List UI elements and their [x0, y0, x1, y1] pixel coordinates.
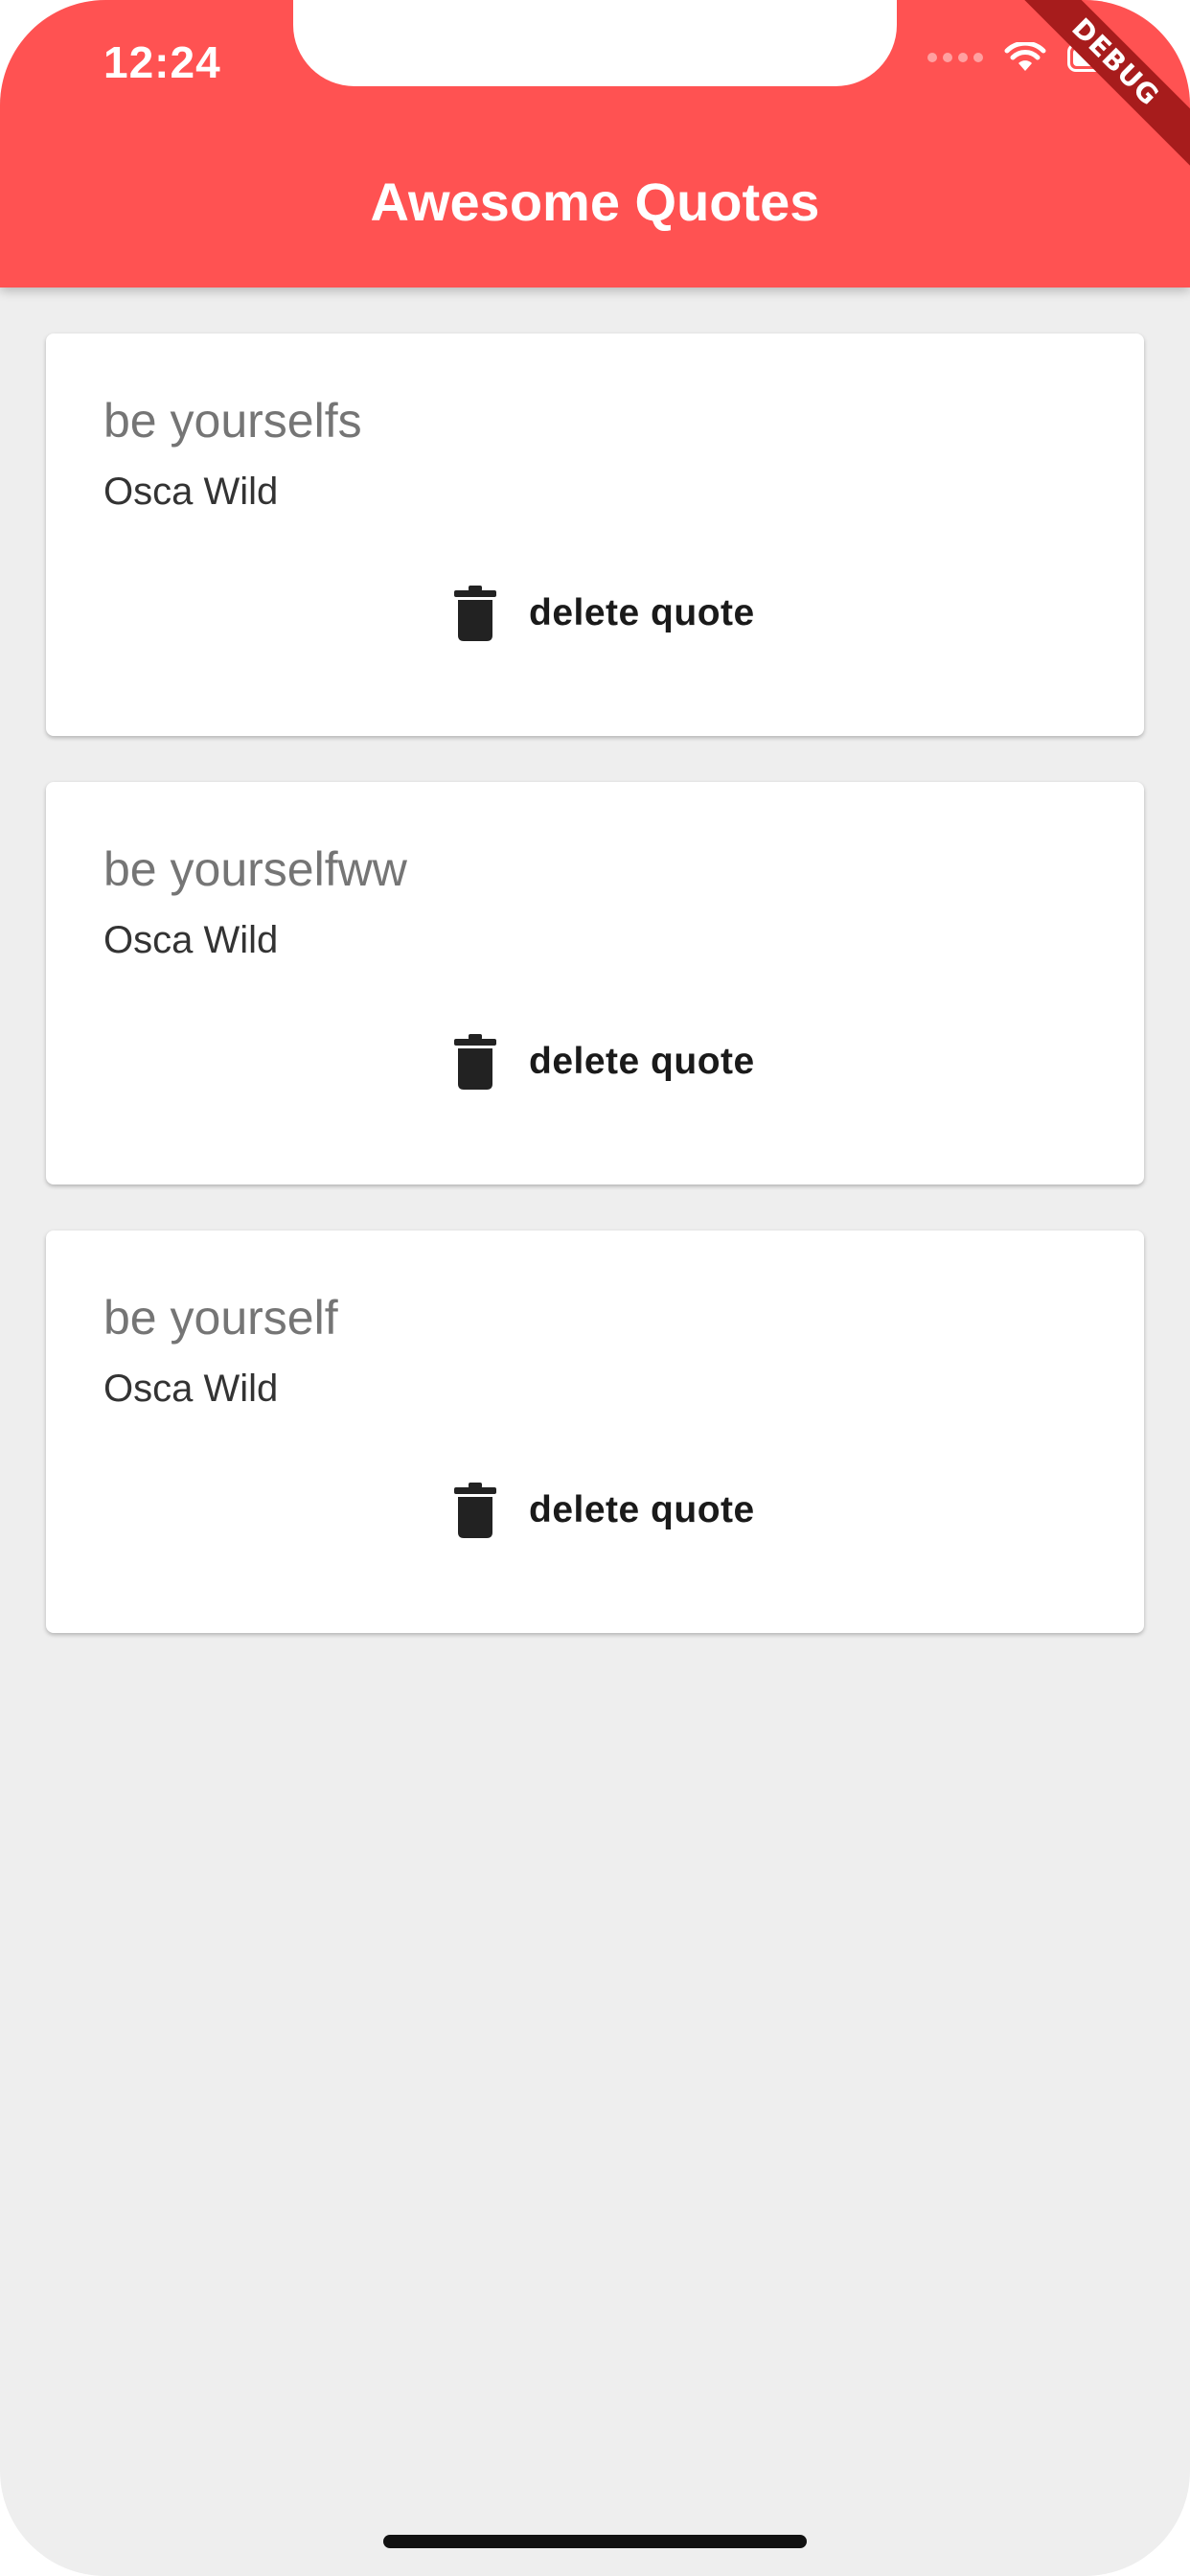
cellular-signal-icon	[927, 53, 983, 62]
delete-quote-button[interactable]: delete quote	[439, 1024, 770, 1100]
delete-quote-button[interactable]: delete quote	[439, 1472, 770, 1549]
trash-icon	[454, 1483, 496, 1538]
quote-card: be yourselfs Osca Wild delete quote	[46, 334, 1144, 736]
quote-author: Osca Wild	[103, 1368, 279, 1410]
delete-quote-button[interactable]: delete quote	[439, 575, 770, 652]
trash-icon	[454, 1034, 496, 1090]
quote-author: Osca Wild	[103, 919, 279, 961]
quote-text: be yourselfww	[103, 842, 407, 896]
home-indicator[interactable]	[383, 2535, 807, 2548]
delete-quote-label: delete quote	[529, 1489, 755, 1530]
quote-list: be yourselfs Osca Wild delete quote be y…	[46, 334, 1144, 1679]
phone-screen: Awesome Quotes 12:24 DEBUG be yourselfs …	[0, 0, 1190, 2576]
quote-card: be yourselfww Osca Wild delete quote	[46, 782, 1144, 1184]
device-notch	[293, 0, 897, 86]
quote-author: Osca Wild	[103, 471, 279, 513]
quote-card: be yourself Osca Wild delete quote	[46, 1230, 1144, 1633]
wifi-icon	[1004, 42, 1046, 71]
trash-icon	[454, 586, 496, 641]
quote-text: be yourselfs	[103, 394, 362, 448]
app-title: Awesome Quotes	[370, 172, 820, 232]
delete-quote-label: delete quote	[529, 1041, 755, 1082]
quote-text: be yourself	[103, 1291, 338, 1345]
status-time: 12:24	[103, 37, 221, 87]
delete-quote-label: delete quote	[529, 592, 755, 633]
